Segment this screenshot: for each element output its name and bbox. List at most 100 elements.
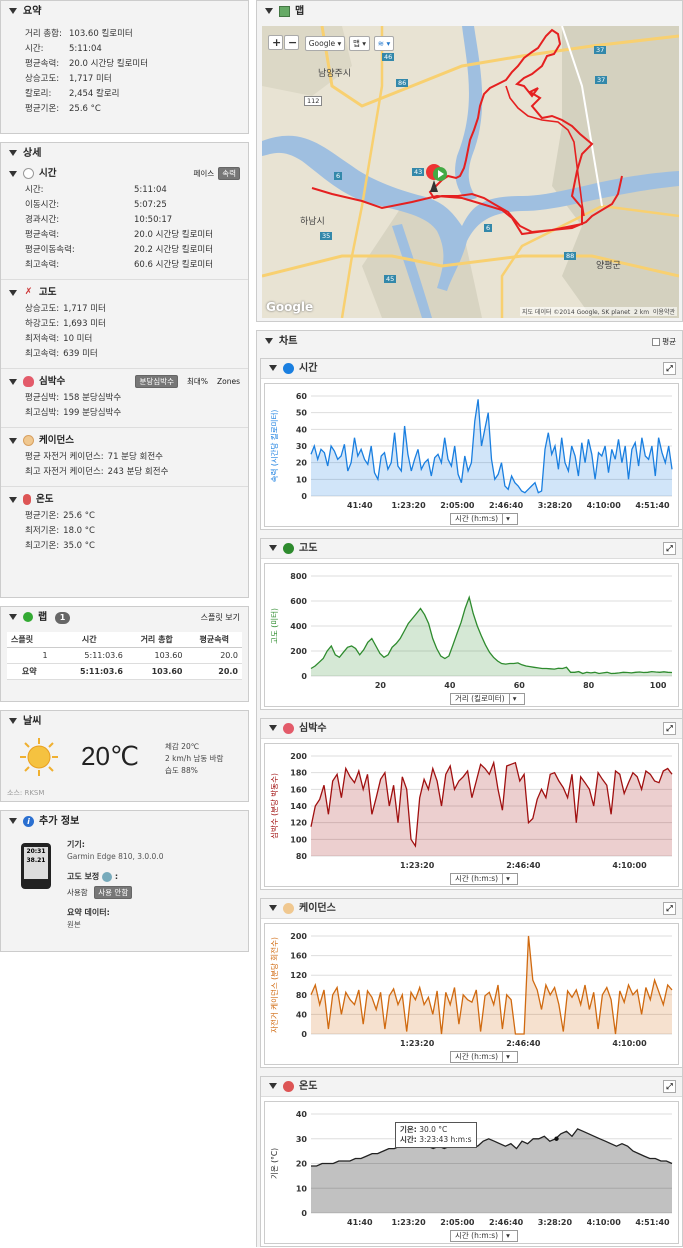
collapse-icon[interactable] bbox=[9, 437, 17, 444]
expand-icon[interactable]: ⤢ bbox=[663, 1080, 676, 1093]
laps-panel: 랩 1 스플릿 보기 스플릿 시간 거리 총합 평균속력 1 5:11:03.6 103.… bbox=[0, 606, 249, 702]
zoom-out-button[interactable]: − bbox=[284, 35, 299, 50]
pace-toggle[interactable]: 페이스 bbox=[193, 169, 214, 178]
x-axis-selector[interactable]: 시간 (h:m:s) ▾ bbox=[450, 513, 519, 525]
stat-label: 평균심박: bbox=[25, 393, 60, 403]
laps-column-header[interactable]: 스플릿 bbox=[7, 632, 52, 648]
expand-icon[interactable]: ⤢ bbox=[663, 722, 676, 735]
map-type-dropdown[interactable]: 맵 ▾ bbox=[349, 36, 371, 51]
collapse-icon[interactable] bbox=[9, 614, 17, 620]
collapse-icon[interactable] bbox=[9, 718, 17, 724]
cadence-chart-header[interactable]: 케이던스 ⤢ bbox=[261, 899, 682, 919]
collapse-icon[interactable] bbox=[9, 150, 17, 156]
elevation-chart-header[interactable]: 고도 ⤢ bbox=[261, 539, 682, 559]
extra-info-header[interactable]: i 추가 정보 bbox=[1, 811, 248, 833]
chevron-down-icon[interactable]: ▾ bbox=[502, 514, 513, 524]
split-view-link[interactable]: 스플릿 보기 bbox=[201, 607, 240, 629]
x-tick-label: 60 bbox=[514, 681, 526, 690]
average-toggle[interactable]: 평균 bbox=[652, 331, 676, 353]
stat-label: 시간: bbox=[25, 44, 44, 54]
weather-header[interactable]: 날씨 bbox=[1, 711, 248, 733]
collapse-icon[interactable] bbox=[9, 289, 17, 296]
collapse-icon[interactable] bbox=[9, 496, 17, 503]
collapse-icon[interactable] bbox=[9, 378, 17, 385]
chevron-down-icon[interactable]: ▾ bbox=[502, 874, 513, 884]
stat-value: 1,717 미터 bbox=[63, 304, 106, 314]
laps-cell: 103.60 bbox=[151, 667, 183, 676]
map-canvas[interactable]: + − Google ▾ 맵 ▾ ≋ ▾ 남양주시 하남시 양평군 46 37 3… bbox=[262, 26, 679, 318]
laps-header[interactable]: 랩 1 스플릿 보기 bbox=[1, 607, 248, 629]
collapse-icon[interactable] bbox=[269, 905, 277, 911]
collapse-icon[interactable] bbox=[9, 170, 17, 177]
bpm-toggle[interactable]: 분당심박수 bbox=[135, 375, 178, 388]
details-header[interactable]: 상세 bbox=[1, 143, 248, 165]
x-axis-selector[interactable]: 시간 (h:m:s) ▾ bbox=[450, 1230, 519, 1242]
map-icon bbox=[279, 5, 290, 17]
info-icon: i bbox=[23, 815, 34, 827]
chevron-down-icon[interactable]: ▾ bbox=[508, 694, 520, 704]
time-rows: 시간: 5:11:04 이동시간: 5:07:25 경과시간: 10:50:17 평균속력:… bbox=[9, 183, 240, 273]
x-axis-selector[interactable]: 시간 (h:m:s) ▾ bbox=[450, 873, 519, 885]
use-correction-option[interactable]: 사용함 bbox=[67, 888, 88, 897]
max-percent-toggle[interactable]: 최대% bbox=[187, 377, 208, 386]
zones-toggle[interactable]: Zones bbox=[217, 377, 240, 386]
collapse-icon[interactable] bbox=[269, 365, 277, 371]
expand-icon[interactable]: ⤢ bbox=[663, 902, 676, 915]
temperature-plot-area[interactable]: 0 10 20 30 40 기온 (°C) 41:40 1:23:20 2:05:00 2:46:… bbox=[264, 1101, 679, 1244]
no-correction-option[interactable]: 사용 안함 bbox=[94, 886, 133, 899]
x-tick-label: 20 bbox=[375, 681, 387, 690]
collapse-icon[interactable] bbox=[9, 818, 17, 824]
average-checkbox[interactable] bbox=[652, 338, 661, 346]
y-tick-label: 0 bbox=[301, 1209, 307, 1218]
laps-summary-row[interactable]: 요약 5:11:03.6 103.60 20.0 bbox=[7, 664, 242, 680]
collapse-icon[interactable] bbox=[265, 338, 273, 344]
weather-temperature: 20℃ bbox=[81, 741, 140, 771]
stat-row: 평균심박: 158 분당심박수 bbox=[9, 391, 240, 406]
speed-plot-area[interactable]: 0 10 20 30 40 50 60 속력 (시간당 킬로미터) 41:40 1:23:20 2:… bbox=[264, 383, 679, 527]
terms-link[interactable]: 이용약관 bbox=[653, 309, 675, 316]
collapse-icon[interactable] bbox=[269, 725, 277, 731]
laps-column-header[interactable]: 시간 bbox=[52, 632, 127, 648]
device-name: Garmin Edge 810, 3.0.0.0 bbox=[67, 852, 164, 861]
charts-header[interactable]: 차트 평균 bbox=[257, 331, 682, 353]
map-header[interactable]: 맵 bbox=[257, 1, 682, 23]
speed-toggle[interactable]: 속력 bbox=[218, 167, 240, 180]
laps-cell: 20.0 bbox=[220, 651, 238, 660]
help-icon[interactable] bbox=[102, 871, 113, 882]
heart-rate-plot-area[interactable]: 80 100 120 140 160 180 200 심박수 (분당 박동수) 1:23:20 2… bbox=[264, 743, 679, 887]
layers-dropdown[interactable]: ≋ ▾ bbox=[373, 36, 395, 51]
speed-chart-header[interactable]: 시간 ⤢ bbox=[261, 359, 682, 379]
expand-icon[interactable]: ⤢ bbox=[663, 362, 676, 375]
elevation-section: ✗ 고도 상승고도: 1,717 미터 하강고도: 1,693 미터 최저속력: 10 미터… bbox=[1, 279, 248, 368]
cadence-plot-area[interactable]: 0 40 80 120 160 200 자전거 케이던스 (분당 회전수) 1:23:20 2:… bbox=[264, 923, 679, 1065]
laps-column-header[interactable]: 평균속력 bbox=[186, 632, 242, 648]
collapse-icon[interactable] bbox=[265, 8, 273, 14]
heart-rate-chart-header[interactable]: 심박수 ⤢ bbox=[261, 719, 682, 739]
elevation-plot-area[interactable]: 0 200 400 600 800 고도 (미터) 20 40 60 80 100 거리 (킬로미터)… bbox=[264, 563, 679, 707]
expand-icon[interactable]: ⤢ bbox=[663, 542, 676, 555]
y-tick-label: 0 bbox=[301, 672, 307, 681]
chevron-down-icon[interactable]: ▾ bbox=[502, 1052, 513, 1062]
zoom-in-button[interactable]: + bbox=[268, 35, 283, 50]
heart-rate-icon bbox=[283, 722, 294, 734]
table-row[interactable]: 1 5:11:03.6 103.60 20.0 bbox=[7, 648, 242, 664]
collapse-icon[interactable] bbox=[269, 1083, 277, 1089]
laps-column-header[interactable]: 거리 총합 bbox=[127, 632, 187, 648]
x-axis-selector[interactable]: 시간 (h:m:s) ▾ bbox=[450, 1051, 519, 1063]
collapse-icon[interactable] bbox=[269, 545, 277, 551]
cadence-area bbox=[311, 936, 672, 1034]
summary-rows: 거리 총합: 103.60 킬로미터 시간: 5:11:04 평균속력: 20.0 시간당… bbox=[1, 23, 248, 121]
collapse-icon[interactable] bbox=[9, 8, 17, 14]
summary-header[interactable]: 요약 bbox=[1, 1, 248, 23]
temperature-chart-header[interactable]: 온도 ⤢ bbox=[261, 1077, 682, 1097]
map-provider-dropdown[interactable]: Google ▾ bbox=[304, 36, 346, 51]
stat-value: 5:07:25 bbox=[134, 200, 167, 210]
temperature-icon bbox=[283, 1080, 294, 1092]
elev-correction-label: 고도 보정 : bbox=[67, 871, 119, 882]
chevron-down-icon[interactable]: ▾ bbox=[502, 1231, 513, 1241]
x-axis-selector[interactable]: 거리 (킬로미터) ▾ bbox=[450, 693, 525, 705]
stat-label: 칼로리: bbox=[25, 89, 52, 99]
stat-value: 10 미터 bbox=[63, 334, 93, 344]
x-axis-label: 거리 (킬로미터) bbox=[455, 694, 505, 703]
cadence-chart: 0 40 80 120 160 200 자전거 케이던스 (분당 회전수) 1:23:20 2:… bbox=[269, 932, 673, 1048]
